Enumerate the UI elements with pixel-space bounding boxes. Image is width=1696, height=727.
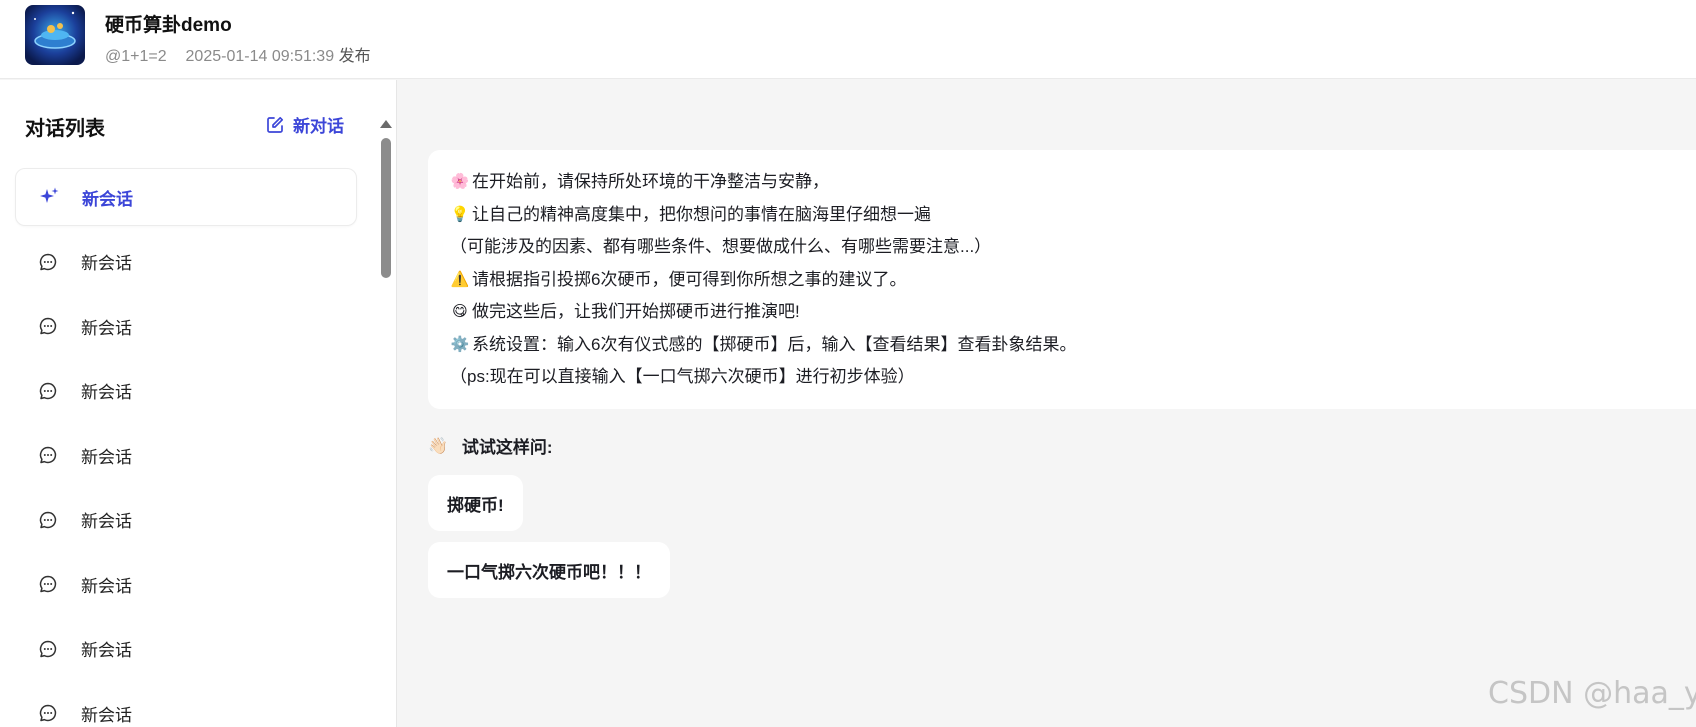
welcome-text: 做完这些后，让我们开始掷硬币进行推演吧! xyxy=(472,302,800,321)
chat-bubble-icon xyxy=(37,315,59,337)
chat-bubble-icon xyxy=(37,702,59,724)
welcome-line: 😋 做完这些后，让我们开始掷硬币进行推演吧! xyxy=(450,296,1696,329)
welcome-line: 🌸 在开始前，请保持所处环境的干净整洁与安静， xyxy=(450,166,1696,199)
chat-bubble-icon xyxy=(37,573,59,595)
conversation-label: 新会话 xyxy=(81,705,132,725)
conversation-item[interactable]: 新会话 xyxy=(15,620,357,678)
edit-icon xyxy=(267,116,284,133)
conversation-label: 新会话 xyxy=(81,641,132,660)
conversation-item[interactable]: 新会话 xyxy=(15,555,357,613)
app-title: 硬币算卦demo xyxy=(105,15,232,36)
conversation-item[interactable]: 新会话 xyxy=(15,297,357,355)
gear-icon: ⚙️ xyxy=(450,335,470,353)
suggestion-chip[interactable]: 一口气掷六次硬币吧！！！ xyxy=(428,542,670,598)
welcome-message-card: 🌸 在开始前，请保持所处环境的干净整洁与安静， 💡 让自己的精神高度集中，把你想… xyxy=(428,150,1696,409)
welcome-text: （ps:现在可以直接输入【一口气掷六次硬币】进行初步体验） xyxy=(450,367,915,386)
chat-bubble-icon xyxy=(37,509,59,531)
suggestion-chip[interactable]: 掷硬币! xyxy=(428,475,523,531)
welcome-line: 💡 让自己的精神高度集中，把你想问的事情在脑海里仔细想一遍 xyxy=(450,199,1696,232)
publish-label: 发布 xyxy=(338,48,371,65)
scroll-up-arrow[interactable] xyxy=(380,120,392,128)
app-meta: @1+1=2 2025-01-14 09:51:39 发布 xyxy=(105,42,371,66)
conversation-label: 新会话 xyxy=(81,254,132,273)
conversation-label: 新会话 xyxy=(81,318,132,338)
suggestions-title: 试试这样问: xyxy=(461,438,553,457)
chat-bubble-icon xyxy=(37,638,59,660)
lightbulb-icon: 💡 xyxy=(450,205,470,223)
conversation-item-active[interactable]: 新会话 xyxy=(15,168,357,226)
welcome-text: （可能涉及的因素、都有哪些条件、想要做成什么、有哪些需要注意...） xyxy=(450,237,992,256)
welcome-text: 请根据指引投掷6次硬币，便可得到你所想之事的建议了。 xyxy=(472,269,907,289)
welcome-line: （ps:现在可以直接输入【一口气掷六次硬币】进行初步体验） xyxy=(450,361,1696,394)
waving-hand-icon: 👋🏻 xyxy=(428,437,448,455)
conversation-item[interactable]: 新会话 xyxy=(15,362,357,420)
publish-date: 2025-01-14 09:51:39 xyxy=(185,48,335,65)
sidebar-title: 对话列表 xyxy=(25,118,105,140)
author-handle: @1+1=2 xyxy=(105,48,167,65)
flower-icon: 🌸 xyxy=(450,173,470,190)
conversation-label: 新会话 xyxy=(81,512,132,531)
app-logo xyxy=(25,5,85,65)
scrollbar-thumb[interactable] xyxy=(381,138,391,278)
warning-icon: ⚠️ xyxy=(450,270,470,288)
conversation-item[interactable]: 新会话 xyxy=(15,684,357,727)
chat-bubble-icon xyxy=(37,444,59,466)
chat-bubble-icon xyxy=(37,380,59,402)
app-header: 硬币算卦demo @1+1=2 2025-01-14 09:51:39 发布 xyxy=(0,0,1696,79)
chat-bubble-icon xyxy=(37,251,59,273)
welcome-line: （可能涉及的因素、都有哪些条件、想要做成什么、有哪些需要注意...） xyxy=(450,231,1696,264)
welcome-text: 在开始前，请保持所处环境的干净整洁与安静， xyxy=(472,172,829,191)
welcome-line: ⚠️ 请根据指引投掷6次硬币，便可得到你所想之事的建议了。 xyxy=(450,264,1696,297)
new-chat-label: 新对话 xyxy=(293,117,344,136)
chat-main-area: 🌸 在开始前，请保持所处环境的干净整洁与安静， 💡 让自己的精神高度集中，把你想… xyxy=(398,80,1696,727)
conversation-sidebar: 对话列表 新对话 新会话 新会话 新会话 新会话 新会话 新会话 新会话 新会话… xyxy=(0,80,397,727)
new-chat-button[interactable]: 新对话 xyxy=(266,112,344,137)
yum-face-icon: 😋 xyxy=(452,303,468,320)
conversation-item[interactable]: 新会话 xyxy=(15,426,357,484)
conversation-label: 新会话 xyxy=(81,383,132,402)
watermark: CSDN @haa_y xyxy=(1488,676,1696,711)
welcome-text: 让自己的精神高度集中，把你想问的事情在脑海里仔细想一遍 xyxy=(472,204,931,224)
welcome-text: 系统设置：输入6次有仪式感的【掷硬币】后，输入【查看结果】查看卦象结果。 xyxy=(472,334,1077,354)
conversation-list: 新会话 新会话 新会话 新会话 新会话 新会话 新会话 新会话 新会话 xyxy=(15,168,357,727)
sparkle-icon xyxy=(38,186,60,208)
welcome-line: ⚙️ 系统设置：输入6次有仪式感的【掷硬币】后，输入【查看结果】查看卦象结果。 xyxy=(450,329,1696,362)
suggestions-heading: 👋🏻 试试这样问: xyxy=(428,433,553,458)
conversation-label: 新会话 xyxy=(81,447,132,467)
conversation-item[interactable]: 新会话 xyxy=(15,233,357,291)
conversation-item[interactable]: 新会话 xyxy=(15,491,357,549)
conversation-label: 新会话 xyxy=(82,189,133,209)
conversation-label: 新会话 xyxy=(81,576,132,596)
